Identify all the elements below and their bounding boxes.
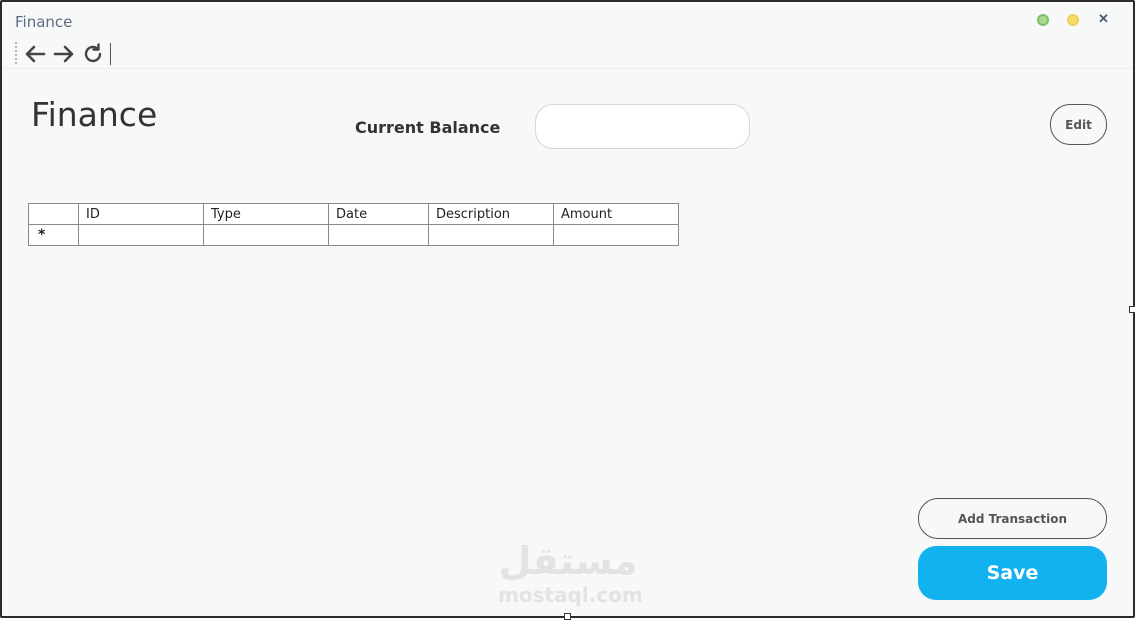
resize-handle-right[interactable] [1129, 306, 1135, 313]
watermark-arabic-text: مستقل [498, 539, 638, 583]
new-row-cell-description[interactable] [428, 224, 554, 246]
back-arrow-icon[interactable] [23, 42, 47, 66]
toolbar-grip [15, 42, 19, 64]
window-title: Finance [15, 13, 73, 31]
save-button[interactable]: Save [918, 546, 1107, 600]
refresh-icon[interactable] [81, 42, 105, 66]
new-row-cell-type[interactable] [203, 224, 329, 246]
column-header-type[interactable]: Type [203, 203, 329, 225]
table-header-row: ID Type Date Description Amount [28, 203, 679, 225]
close-icon[interactable]: ✕ [1098, 11, 1109, 27]
new-row-cell-amount[interactable] [553, 224, 679, 246]
new-row-cell-date[interactable] [328, 224, 429, 246]
watermark-logo: مستقل mostaql.com [498, 538, 643, 607]
current-balance-input[interactable] [535, 104, 750, 149]
column-header-id[interactable]: ID [78, 203, 204, 225]
transactions-table[interactable]: ID Type Date Description Amount * [28, 203, 679, 246]
toolbar [2, 38, 1133, 69]
column-header-amount[interactable]: Amount [553, 203, 679, 225]
column-header-date[interactable]: Date [328, 203, 429, 225]
title-bar: Finance ✕ [2, 2, 1133, 38]
minimize-button[interactable] [1067, 14, 1079, 26]
maximize-button[interactable] [1037, 14, 1049, 26]
watermark-latin-text: mostaql.com [498, 583, 643, 607]
resize-handle-bottom[interactable] [564, 613, 571, 620]
edit-button[interactable]: Edit [1050, 104, 1107, 145]
new-row[interactable]: * [28, 224, 679, 246]
toolbar-separator [110, 43, 111, 65]
row-header-corner[interactable] [28, 203, 79, 225]
forward-arrow-icon[interactable] [52, 42, 76, 66]
app-window: Finance ✕ Finance Current Balance Edit I… [0, 0, 1135, 618]
new-row-marker[interactable]: * [28, 224, 79, 246]
add-transaction-button[interactable]: Add Transaction [918, 498, 1107, 539]
column-header-description[interactable]: Description [428, 203, 554, 225]
page-title: Finance [31, 95, 158, 134]
new-row-cell-id[interactable] [78, 224, 204, 246]
current-balance-label: Current Balance [355, 118, 501, 137]
